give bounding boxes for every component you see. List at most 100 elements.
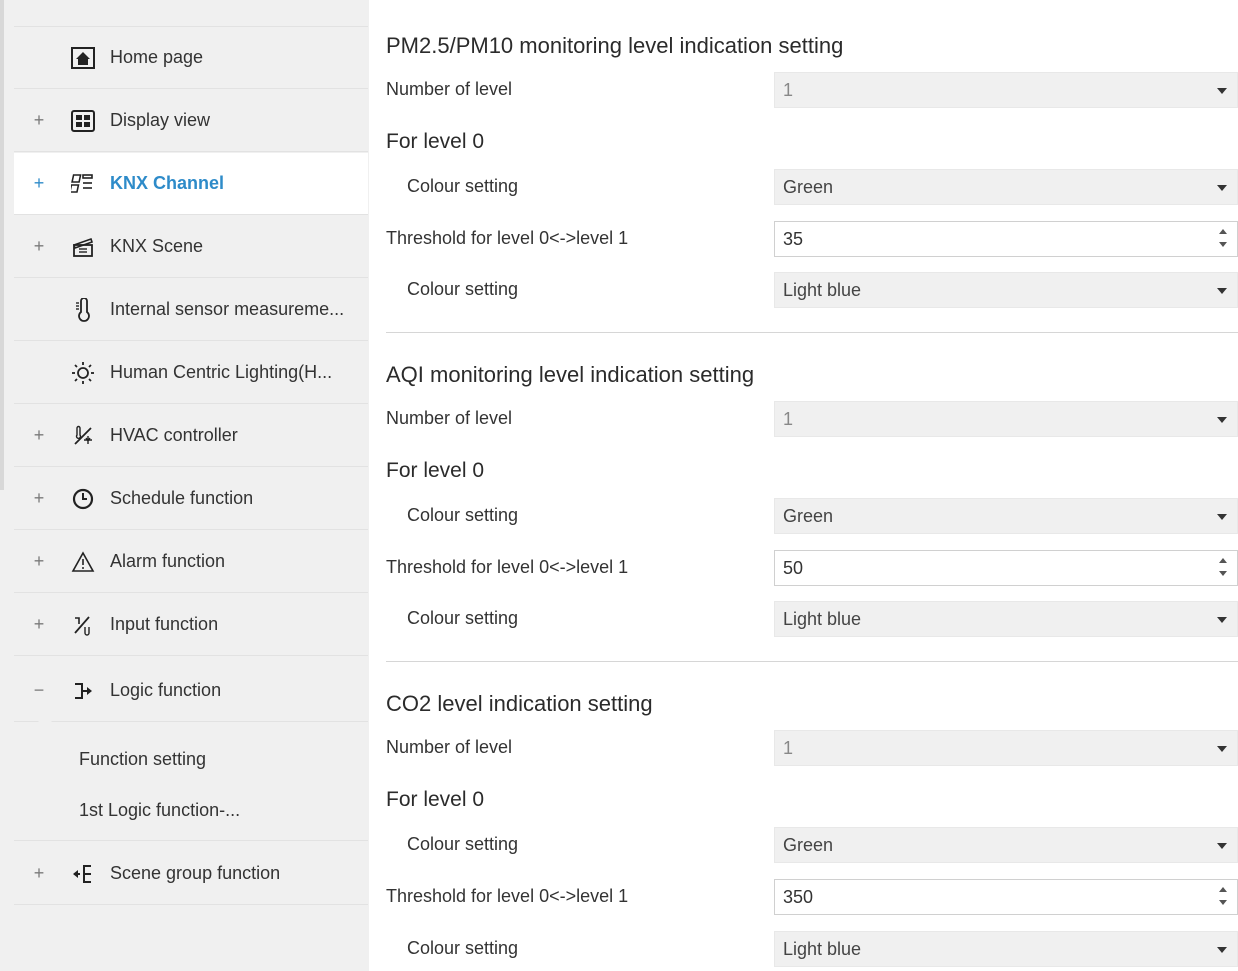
warning-icon (70, 549, 96, 575)
field-label: Colour setting (407, 279, 519, 299)
sidebar-item-internal-sensor[interactable]: Internal sensor measureme... (14, 279, 368, 341)
sun-icon (70, 360, 96, 386)
select-value: 1 (783, 738, 794, 758)
chevron-down-icon (1217, 88, 1227, 94)
scene-group-icon (70, 861, 96, 887)
section-divider (386, 332, 1238, 333)
sidebar-item-knx-channel[interactable]: + KNX Channel (14, 153, 368, 215)
knx-channel-icon (70, 171, 96, 197)
expand-icon[interactable]: + (28, 173, 50, 194)
field-label: Colour setting (407, 938, 519, 958)
select-value: Green (783, 506, 834, 526)
sidebar-subitem-function-setting[interactable]: Function setting (79, 749, 206, 770)
sidebar-item-display-view[interactable]: + Display view (14, 90, 368, 152)
sidebar-item-label: Logic function (110, 680, 222, 700)
field-label: Number of level (386, 79, 513, 99)
chevron-down-icon (1217, 617, 1227, 623)
threshold-input[interactable]: 50 (774, 550, 1238, 586)
sidebar-item-scene-group-function[interactable]: + Scene group function (14, 843, 368, 905)
colour-setting-select[interactable]: Green (774, 169, 1238, 205)
colour-setting-select[interactable]: Light blue (774, 931, 1238, 967)
logic-function-submenu: Function setting 1st Logic function-... (14, 723, 368, 841)
spinner-icon[interactable] (1219, 558, 1229, 580)
expand-icon[interactable]: + (28, 614, 50, 635)
sidebar-item-label: Display view (110, 110, 211, 130)
sidebar-item-input-function[interactable]: + Input function (14, 594, 368, 656)
field-label: Colour setting (407, 608, 519, 628)
colour-setting-select[interactable]: Light blue (774, 272, 1238, 308)
chevron-down-icon (1217, 288, 1227, 294)
logic-icon (70, 678, 96, 704)
sidebar: Home page + Display view + KNX Channel +… (0, 0, 369, 971)
chevron-down-icon (1217, 417, 1227, 423)
colour-setting-select[interactable]: Green (774, 827, 1238, 863)
colour-setting-select[interactable]: Green (774, 498, 1238, 534)
sidebar-item-schedule-function[interactable]: + Schedule function (14, 468, 368, 530)
expand-icon[interactable]: + (28, 863, 50, 884)
select-value: Light blue (783, 280, 862, 300)
input-value: 35 (783, 229, 804, 249)
section-title-co2: CO2 level indication setting (386, 691, 653, 716)
section-title-pm: PM2.5/PM10 monitoring level indication s… (386, 33, 844, 58)
field-label: Colour setting (407, 834, 519, 854)
chevron-down-icon (1217, 843, 1227, 849)
sidebar-item-home-page[interactable]: Home page (14, 27, 368, 89)
select-value: 1 (783, 409, 794, 429)
colour-setting-select[interactable]: Light blue (774, 601, 1238, 637)
input-value: 50 (783, 558, 804, 578)
sidebar-item-hvac-controller[interactable]: + HVAC controller (14, 405, 368, 467)
select-value: Light blue (783, 939, 862, 959)
sidebar-item-label: HVAC controller (110, 425, 238, 445)
select-value: Light blue (783, 609, 862, 629)
sidebar-item-label: Home page (110, 47, 204, 67)
parameter-panel: PM2.5/PM10 monitoring level indication s… (369, 0, 1238, 971)
sidebar-item-knx-scene[interactable]: + KNX Scene (14, 216, 368, 278)
level-title: For level 0 (386, 130, 485, 153)
sidebar-item-label: Internal sensor measureme... (110, 299, 345, 319)
spinner-icon[interactable] (1219, 887, 1229, 909)
clock-icon (70, 486, 96, 512)
sidebar-scrollbar[interactable] (0, 0, 4, 490)
sidebar-item-label: Human Centric Lighting(H... (110, 362, 333, 382)
expand-icon[interactable]: + (28, 236, 50, 257)
field-label: Threshold for level 0<->level 1 (386, 557, 629, 577)
number-of-level-select[interactable]: 1 (774, 730, 1238, 766)
section-title-aqi: AQI monitoring level indication setting (386, 362, 755, 387)
field-label: Colour setting (407, 176, 519, 196)
select-value: Green (783, 835, 834, 855)
threshold-input[interactable]: 35 (774, 221, 1238, 257)
section-divider (386, 661, 1238, 662)
sidebar-item-logic-function[interactable]: − Logic function (14, 660, 368, 722)
field-label: Number of level (386, 737, 513, 757)
sidebar-item-alarm-function[interactable]: + Alarm function (14, 531, 368, 593)
sidebar-item-label: KNX Scene (110, 236, 204, 256)
expand-icon[interactable]: + (28, 551, 50, 572)
input-icon (70, 612, 96, 638)
thermometer-icon (70, 297, 96, 323)
expand-icon[interactable]: + (28, 488, 50, 509)
spinner-icon[interactable] (1219, 229, 1229, 251)
hvac-icon (70, 423, 96, 449)
threshold-input[interactable]: 350 (774, 879, 1238, 915)
field-label: Threshold for level 0<->level 1 (386, 228, 629, 248)
number-of-level-select[interactable]: 1 (774, 401, 1238, 437)
collapse-icon[interactable]: − (28, 680, 50, 701)
field-label: Colour setting (407, 505, 519, 525)
sidebar-item-human-centric-lighting[interactable]: Human Centric Lighting(H... (14, 342, 368, 404)
sidebar-subitem-1st-logic-function[interactable]: 1st Logic function-... (79, 800, 240, 821)
sidebar-item-label: Schedule function (110, 488, 254, 508)
select-value: Green (783, 177, 834, 197)
level-title: For level 0 (386, 459, 485, 482)
select-value: 1 (783, 80, 794, 100)
chevron-down-icon (1217, 947, 1227, 953)
number-of-level-select[interactable]: 1 (774, 72, 1238, 108)
chevron-down-icon (1217, 185, 1227, 191)
sidebar-tree: Home page + Display view + KNX Channel +… (14, 0, 368, 971)
expand-icon[interactable]: + (28, 425, 50, 446)
expand-icon[interactable]: + (28, 110, 50, 131)
clapperboard-icon (70, 234, 96, 260)
chevron-down-icon (1217, 514, 1227, 520)
display-grid-icon (70, 108, 96, 134)
field-label: Number of level (386, 408, 513, 428)
input-value: 350 (783, 887, 814, 907)
